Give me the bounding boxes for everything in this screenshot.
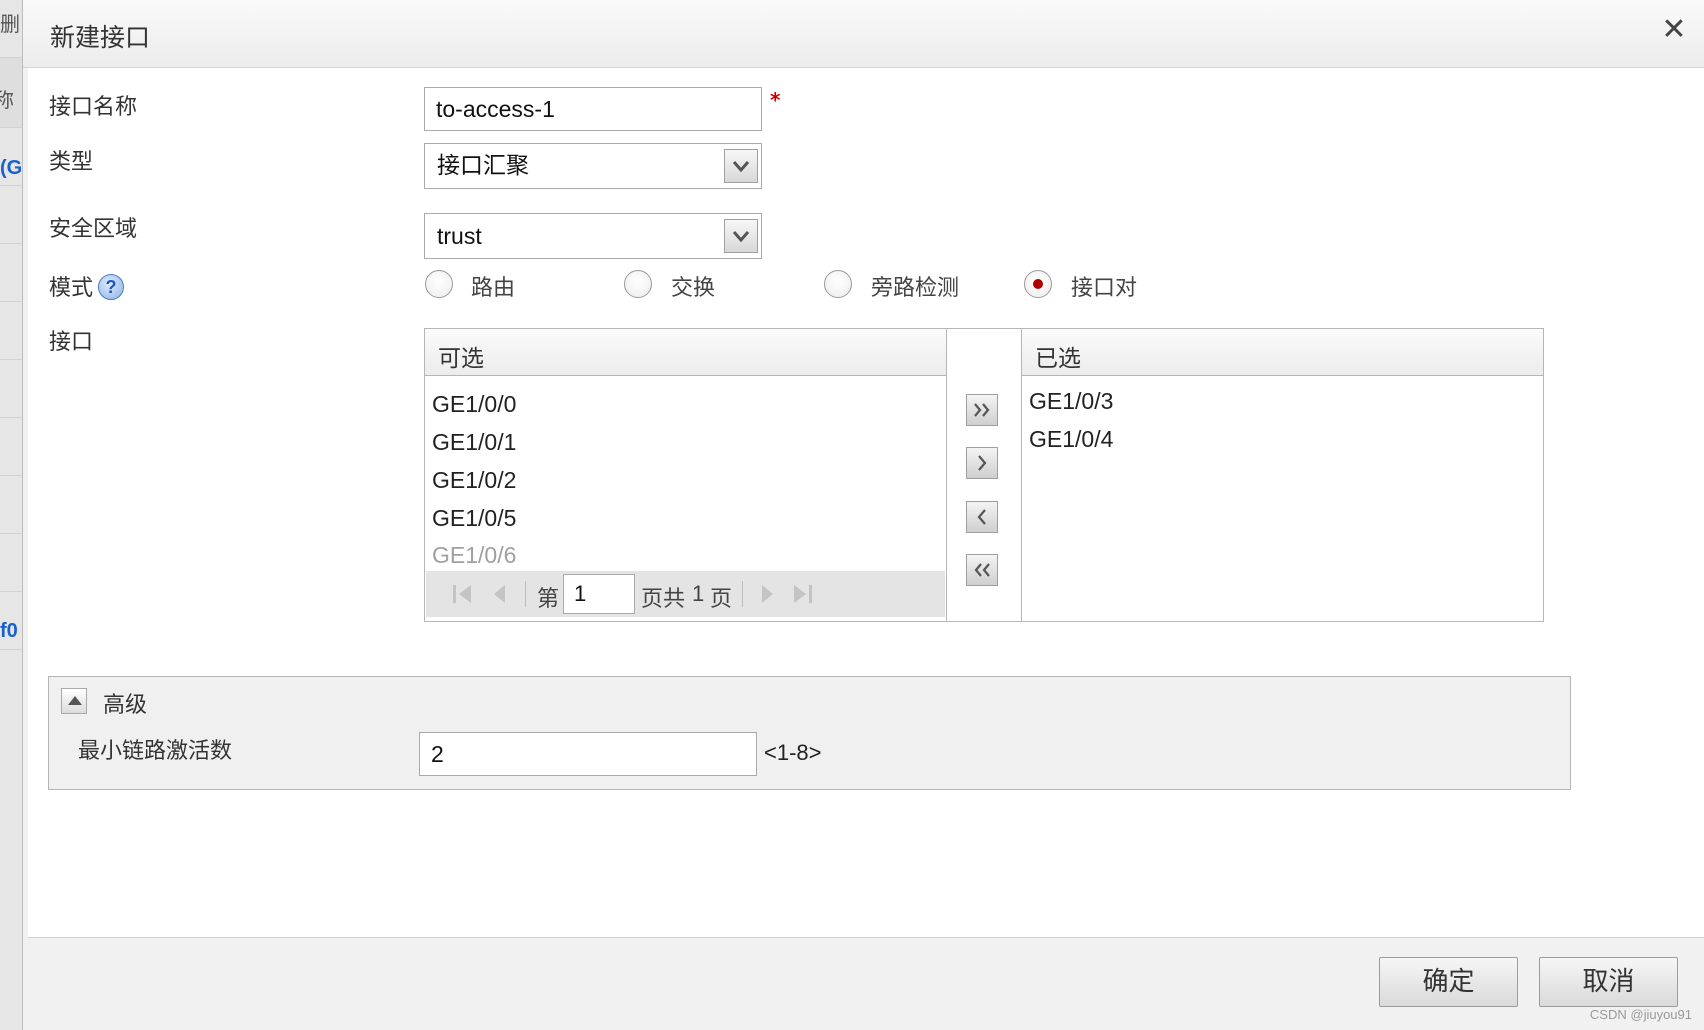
bg-text: 删 bbox=[0, 12, 20, 36]
bg-text: 称 bbox=[0, 88, 14, 112]
min-links-label: 最小链路激活数 bbox=[78, 739, 233, 764]
bg-row bbox=[0, 360, 22, 418]
list-item[interactable]: GE1/0/6 bbox=[432, 542, 516, 569]
new-interface-dialog: 新建接口 ✕ 接口名称 * 类型 接口汇聚 安全区域 trust 模式 ? bbox=[22, 0, 1704, 1030]
move-all-left-icon[interactable] bbox=[966, 554, 998, 586]
chevron-down-icon[interactable] bbox=[724, 219, 758, 253]
bg-row bbox=[0, 244, 22, 302]
min-links-input[interactable] bbox=[419, 732, 757, 776]
mode-radio-interface-pair[interactable] bbox=[1024, 270, 1052, 298]
mode-option-label: 接口对 bbox=[1071, 276, 1138, 301]
type-label: 类型 bbox=[49, 150, 94, 175]
interface-name-label: 接口名称 bbox=[49, 95, 138, 120]
security-zone-select[interactable]: trust bbox=[424, 213, 762, 259]
list-item[interactable]: GE1/0/3 bbox=[1029, 388, 1113, 415]
mode-radio-switch[interactable] bbox=[624, 270, 652, 298]
list-item[interactable]: GE1/0/0 bbox=[432, 391, 516, 418]
selected-header-text: 已选 bbox=[1035, 346, 1081, 372]
help-icon[interactable]: ? bbox=[98, 274, 124, 300]
pager-total: 1 bbox=[692, 581, 705, 606]
pager-suffix: 页 bbox=[710, 587, 733, 612]
first-page-icon[interactable] bbox=[451, 582, 475, 606]
move-left-icon[interactable] bbox=[966, 501, 998, 533]
chevron-down-icon[interactable] bbox=[724, 149, 758, 183]
mode-label: 模式 bbox=[49, 276, 94, 301]
dialog-title: 新建接口 bbox=[50, 23, 151, 52]
advanced-section: 高级 最小链路激活数 <1-8> bbox=[48, 676, 1571, 790]
available-header-text: 可选 bbox=[438, 346, 484, 372]
advanced-title: 高级 bbox=[103, 693, 148, 718]
watermark: CSDN @jiuyou91 bbox=[1589, 1007, 1692, 1022]
close-icon[interactable]: ✕ bbox=[1658, 14, 1690, 46]
list-item[interactable]: GE1/0/5 bbox=[432, 505, 516, 532]
bg-row bbox=[0, 534, 22, 592]
mode-radio-bypass[interactable] bbox=[824, 270, 852, 298]
interface-name-input[interactable] bbox=[424, 87, 762, 131]
dialog-body: 接口名称 * 类型 接口汇聚 安全区域 trust 模式 ? 路由 交换 旁路 bbox=[28, 68, 1704, 938]
prev-page-icon[interactable] bbox=[488, 582, 512, 606]
bg-row bbox=[0, 476, 22, 534]
list-item[interactable]: GE1/0/1 bbox=[432, 429, 516, 456]
page-number-input[interactable]: 1 bbox=[563, 574, 635, 614]
available-list: 可选 GE1/0/0 GE1/0/1 GE1/0/2 GE1/0/5 GE1/0… bbox=[424, 328, 947, 622]
list-item[interactable]: GE1/0/4 bbox=[1029, 426, 1113, 453]
interface-label: 接口 bbox=[49, 330, 94, 355]
dialog-titlebar: 新建接口 ✕ bbox=[23, 0, 1704, 68]
pager-prefix: 第 bbox=[537, 587, 560, 612]
last-page-icon[interactable] bbox=[790, 582, 814, 606]
mode-option-label: 旁路检测 bbox=[871, 276, 960, 301]
required-mark: * bbox=[770, 88, 781, 112]
pager-separator bbox=[742, 581, 743, 607]
type-select[interactable]: 接口汇聚 bbox=[424, 143, 762, 189]
selected-list: 已选 GE1/0/3 GE1/0/4 bbox=[1021, 328, 1544, 622]
bg-link[interactable]: f0 bbox=[0, 620, 18, 643]
bg-link[interactable]: (G bbox=[0, 157, 22, 180]
transfer-buttons bbox=[947, 328, 1021, 622]
move-right-icon[interactable] bbox=[966, 447, 998, 479]
security-zone-value: trust bbox=[437, 223, 482, 249]
cancel-button[interactable]: 取消 bbox=[1539, 957, 1678, 1007]
list-item[interactable]: GE1/0/2 bbox=[432, 467, 516, 494]
mode-option-label: 交换 bbox=[671, 276, 716, 301]
mode-option-label: 路由 bbox=[471, 276, 516, 301]
bg-row bbox=[0, 418, 22, 476]
interface-name-field[interactable] bbox=[436, 88, 750, 131]
next-page-icon[interactable] bbox=[755, 582, 779, 606]
min-links-field[interactable] bbox=[431, 733, 745, 776]
selected-list-header: 已选 bbox=[1022, 329, 1543, 376]
security-zone-label: 安全区域 bbox=[49, 217, 138, 242]
pager: 第 1 页共 1 页 bbox=[426, 571, 945, 617]
pager-middle: 页共 bbox=[641, 587, 686, 612]
available-list-header: 可选 bbox=[425, 329, 946, 376]
collapse-icon[interactable] bbox=[61, 688, 87, 714]
move-all-right-icon[interactable] bbox=[966, 394, 998, 426]
type-select-value: 接口汇聚 bbox=[437, 153, 529, 179]
bg-row bbox=[0, 302, 22, 360]
min-links-range: <1-8> bbox=[764, 740, 822, 765]
pager-separator bbox=[525, 581, 526, 607]
ok-button[interactable]: 确定 bbox=[1379, 957, 1518, 1007]
background-page-strip: 删 称 (G f0 bbox=[0, 0, 22, 1030]
mode-radio-route[interactable] bbox=[425, 270, 453, 298]
bg-row bbox=[0, 186, 22, 244]
